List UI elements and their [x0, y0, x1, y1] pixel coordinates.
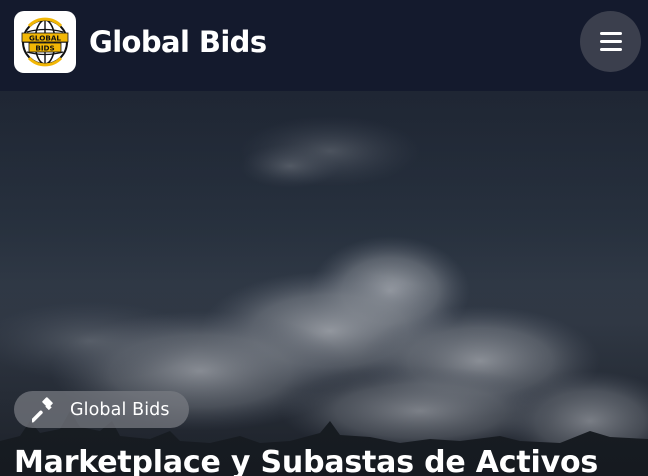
hamburger-menu-button[interactable]: [580, 11, 641, 72]
site-logo[interactable]: GLOBAL BIDS: [14, 11, 76, 73]
hamburger-menu-icon-line: [599, 32, 622, 35]
hamburger-menu-icon-line: [599, 40, 622, 43]
globe-logo-icon: GLOBAL BIDS: [21, 17, 69, 67]
svg-text:GLOBAL: GLOBAL: [29, 34, 61, 43]
gavel-icon: [32, 396, 53, 422]
hamburger-menu-icon-line: [599, 48, 622, 51]
top-navigation-bar: GLOBAL BIDS Global Bids: [0, 0, 648, 91]
category-badge-label: Global Bids: [70, 399, 170, 420]
svg-text:BIDS: BIDS: [35, 44, 54, 53]
hero-banner: Global Bids Marketplace y Subastas de Ac…: [0, 91, 648, 476]
page-title: Marketplace y Subastas de Activos: [14, 445, 599, 476]
category-badge[interactable]: Global Bids: [14, 391, 189, 428]
brand-name[interactable]: Global Bids: [89, 22, 267, 62]
